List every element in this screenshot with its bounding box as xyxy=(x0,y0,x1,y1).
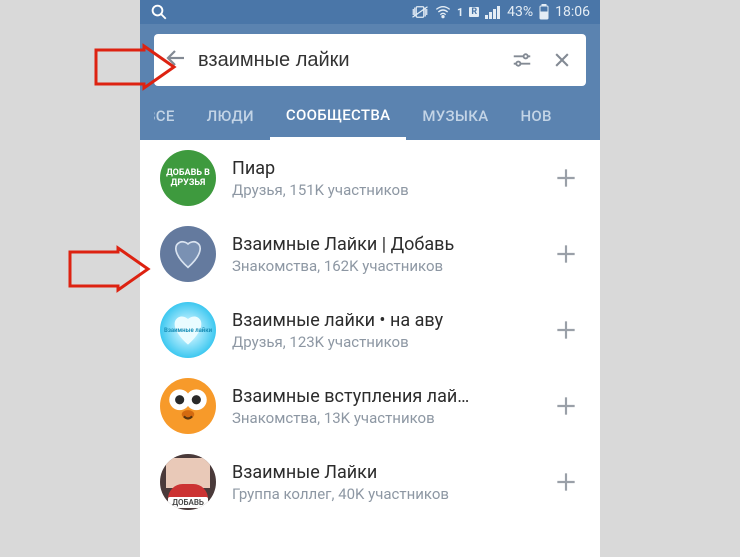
avatar xyxy=(160,226,216,282)
battery-icon xyxy=(539,4,549,20)
list-item[interactable]: ДОБАВЬ В ДРУЗЬЯ Пиар Друзья, 151K участн… xyxy=(140,140,600,216)
back-icon[interactable] xyxy=(162,46,190,74)
search-icon[interactable] xyxy=(150,3,168,21)
tab-news[interactable]: НОВ xyxy=(504,92,551,140)
item-subtitle: Друзья, 151K участников xyxy=(232,181,530,199)
search-input[interactable] xyxy=(198,49,498,72)
add-button[interactable] xyxy=(546,310,586,350)
close-icon[interactable] xyxy=(546,44,578,76)
add-button[interactable] xyxy=(546,234,586,274)
item-title: Взаимные вступления лай… xyxy=(232,386,530,407)
tabs: ВСЕ ЛЮДИ СООБЩЕСТВА МУЗЫКА НОВ xyxy=(154,92,586,140)
avatar: Взаимные лайки xyxy=(160,302,216,358)
list-item[interactable]: ДОБАВЬ Взаимные Лайки Группа коллег, 40K… xyxy=(140,444,600,520)
status-bar: 1 R 43% 18:06 xyxy=(140,0,600,24)
item-subtitle: Группа коллег, 40K участников xyxy=(232,485,530,503)
add-button[interactable] xyxy=(546,462,586,502)
sim1-icon: 1 xyxy=(457,6,463,19)
avatar: ДОБАВЬ xyxy=(160,454,216,510)
avatar-text: ДОБАВЬ В ДРУЗЬЯ xyxy=(160,168,216,188)
add-button[interactable] xyxy=(546,158,586,198)
avatar xyxy=(160,378,216,434)
add-button[interactable] xyxy=(546,386,586,426)
search-box xyxy=(154,34,586,86)
item-subtitle: Знакомства, 162K участников xyxy=(232,257,530,275)
wifi-icon xyxy=(435,5,451,19)
item-title: Взаимные лайки • на аву xyxy=(232,310,530,331)
tab-communities[interactable]: СООБЩЕСТВА xyxy=(270,92,406,140)
list-item[interactable]: Взаимные Лайки | Добавь Знакомства, 162K… xyxy=(140,216,600,292)
item-subtitle: Друзья, 123K участников xyxy=(232,333,530,351)
results-list: ДОБАВЬ В ДРУЗЬЯ Пиар Друзья, 151K участн… xyxy=(140,140,600,520)
tab-people[interactable]: ЛЮДИ xyxy=(191,92,270,140)
item-title: Взаимные Лайки xyxy=(232,462,530,483)
vibrate-icon xyxy=(411,5,429,19)
search-header: ВСЕ ЛЮДИ СООБЩЕСТВА МУЗЫКА НОВ xyxy=(140,24,600,140)
item-title: Пиар xyxy=(232,158,530,179)
list-item[interactable]: Взаимные вступления лай… Знакомства, 13K… xyxy=(140,368,600,444)
avatar-text: Взаимные лайки xyxy=(164,327,212,334)
roaming-icon: R xyxy=(469,7,479,17)
avatar: ДОБАВЬ В ДРУЗЬЯ xyxy=(160,150,216,206)
signal-icon xyxy=(485,5,501,19)
tab-music[interactable]: МУЗЫКА xyxy=(406,92,504,140)
item-title: Взаимные Лайки | Добавь xyxy=(232,234,530,255)
filter-icon[interactable] xyxy=(506,44,538,76)
tab-all[interactable]: ВСЕ xyxy=(154,92,191,140)
item-subtitle: Знакомства, 13K участников xyxy=(232,409,530,427)
annotation-arrow xyxy=(70,248,150,290)
avatar-tag: ДОБАВЬ xyxy=(168,497,208,508)
list-item[interactable]: Взаимные лайки Взаимные лайки • на аву Д… xyxy=(140,292,600,368)
phone-frame: 1 R 43% 18:06 xyxy=(140,0,600,557)
battery-percent: 43% xyxy=(507,4,533,20)
clock: 18:06 xyxy=(555,4,590,20)
